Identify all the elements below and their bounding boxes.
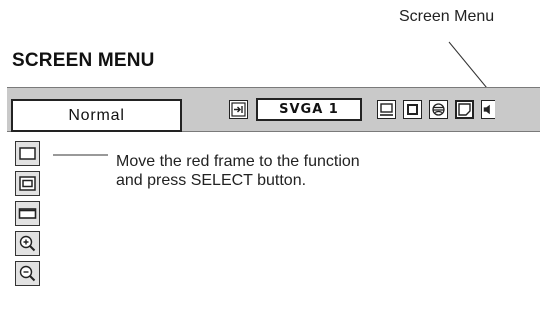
section-title: SCREEN MENU	[12, 50, 155, 71]
callout-label: Screen Menu	[399, 8, 495, 25]
digital-zoom-minus-icon[interactable]	[15, 261, 40, 286]
sound-icon[interactable]	[481, 100, 495, 119]
true-frame-icon[interactable]	[15, 171, 40, 196]
image-adjust-icon[interactable]	[429, 100, 448, 119]
input-source-icon[interactable]	[229, 100, 248, 119]
screen-menu-icon[interactable]	[455, 100, 474, 119]
screen-mode-display: Normal	[11, 99, 182, 132]
instruction-text: Move the red frame to the function and p…	[116, 152, 360, 190]
instruction-line-1: Move the red frame to the function	[116, 153, 360, 170]
normal-frame-icon[interactable]	[15, 141, 40, 166]
input-source-display: SVGA 1	[256, 98, 362, 121]
position-icon[interactable]	[377, 100, 396, 119]
keystone-icon[interactable]	[403, 100, 422, 119]
instruction-line-2: and press SELECT button.	[116, 172, 307, 189]
digital-zoom-plus-icon[interactable]	[15, 231, 40, 256]
wide-frame-icon[interactable]	[15, 201, 40, 226]
